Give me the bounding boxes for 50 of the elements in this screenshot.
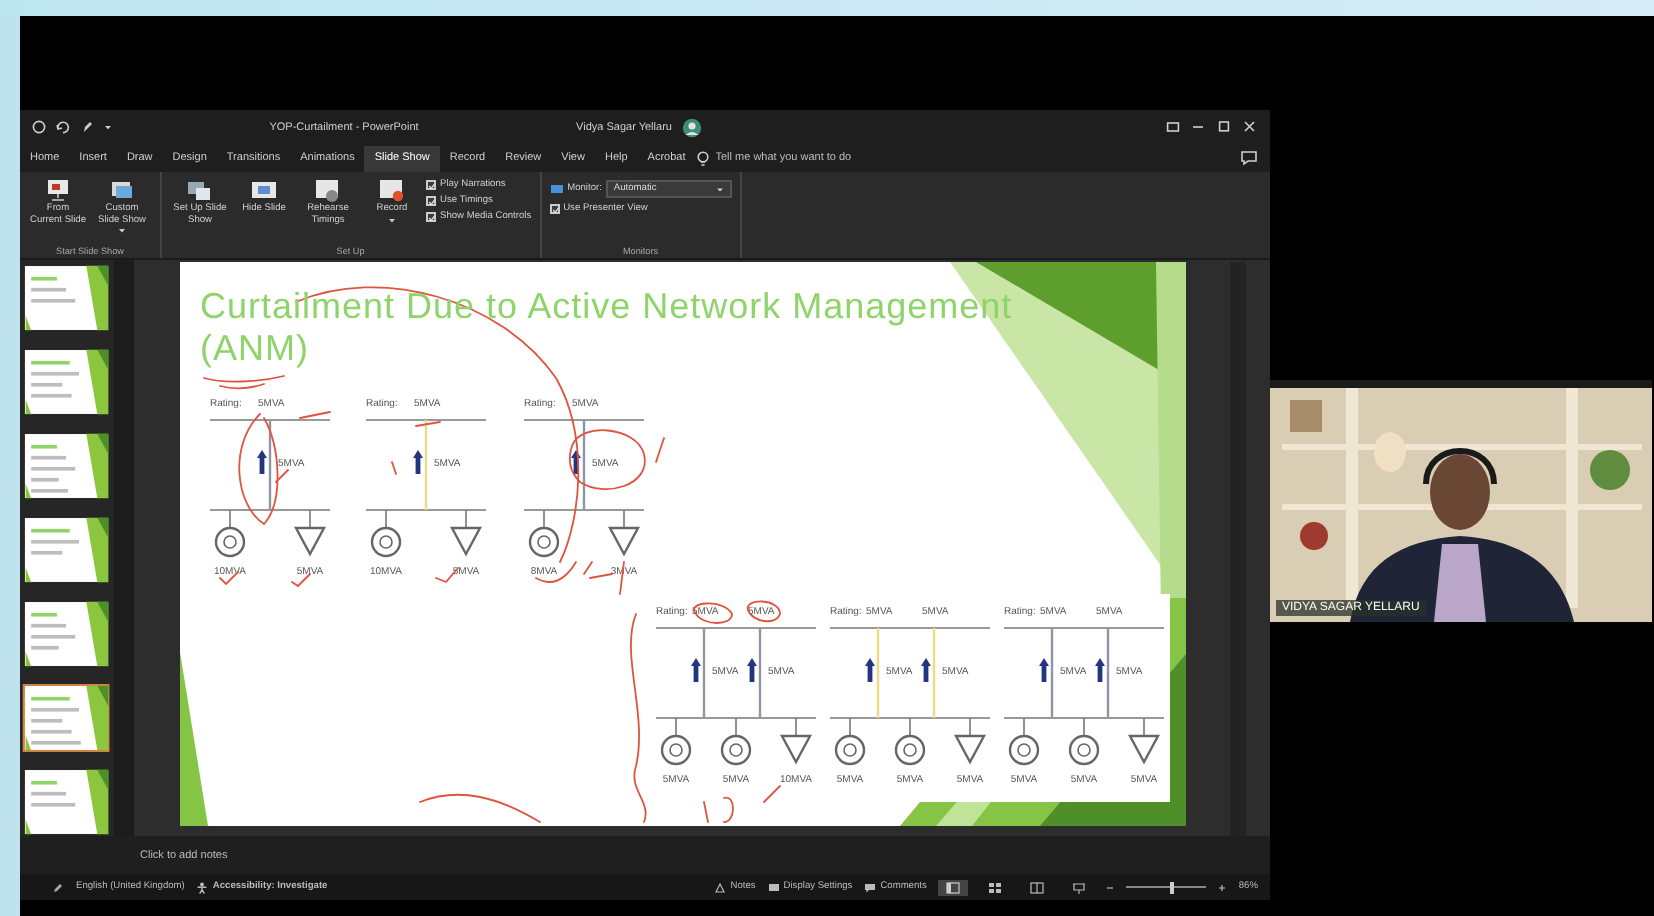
ink-stroke	[655, 437, 665, 463]
monitor-icon	[549, 183, 564, 195]
slides-icon	[108, 178, 136, 202]
ink-stroke	[763, 785, 781, 803]
ink-stroke	[419, 793, 541, 823]
comment-icon	[864, 881, 877, 893]
minus-icon[interactable]	[1106, 883, 1115, 891]
slide-thumbnail[interactable]	[20, 768, 114, 836]
grid-icon	[988, 881, 1003, 893]
checkbox[interactable]	[426, 196, 436, 206]
slide-thumbnail[interactable]	[20, 264, 114, 332]
view-button[interactable]	[938, 879, 969, 895]
pen-icon[interactable]	[80, 120, 94, 134]
maximize-icon[interactable]	[1216, 120, 1233, 134]
monitor-icon	[44, 178, 72, 202]
minimize-icon[interactable]	[1190, 120, 1207, 134]
edit-icon[interactable]	[52, 881, 64, 893]
close-icon[interactable]	[1242, 120, 1259, 134]
slide-thumbnail[interactable]	[20, 684, 114, 752]
check-icon	[551, 206, 560, 214]
avatar-icon[interactable]	[681, 117, 702, 137]
ink-stroke	[219, 571, 239, 586]
slide-thumbnail[interactable]	[20, 348, 114, 416]
normal-view-icon	[946, 881, 961, 893]
person-icon	[196, 881, 209, 893]
monitor-icon	[767, 881, 780, 893]
undo-icon[interactable]	[56, 120, 70, 134]
comment-icon[interactable]	[1240, 150, 1258, 166]
book-icon	[1030, 881, 1045, 893]
circuit-drawing	[209, 419, 331, 558]
lightbulb-icon	[695, 149, 710, 167]
circuit-drawing	[523, 419, 645, 558]
ribbon-display-icon[interactable]	[1166, 120, 1181, 134]
circuit-drawing	[365, 419, 487, 558]
projector-icon	[1072, 881, 1087, 893]
checkbox[interactable]	[426, 212, 436, 222]
autosave-icon[interactable]	[32, 120, 46, 134]
plus-icon[interactable]	[1218, 883, 1227, 891]
record-icon	[378, 178, 406, 202]
slide-thumbnail[interactable]	[20, 516, 114, 584]
monitor-icon	[186, 178, 214, 202]
slide-icon	[250, 178, 278, 202]
notes-icon	[714, 881, 727, 893]
checkbox[interactable]	[549, 204, 560, 214]
checkbox[interactable]	[426, 180, 436, 190]
ink-stroke	[703, 796, 734, 823]
timer-icon	[314, 178, 342, 202]
ink-stroke	[291, 573, 311, 588]
slide-thumbnail[interactable]	[20, 600, 114, 668]
slide-thumbnail[interactable]	[20, 432, 114, 500]
